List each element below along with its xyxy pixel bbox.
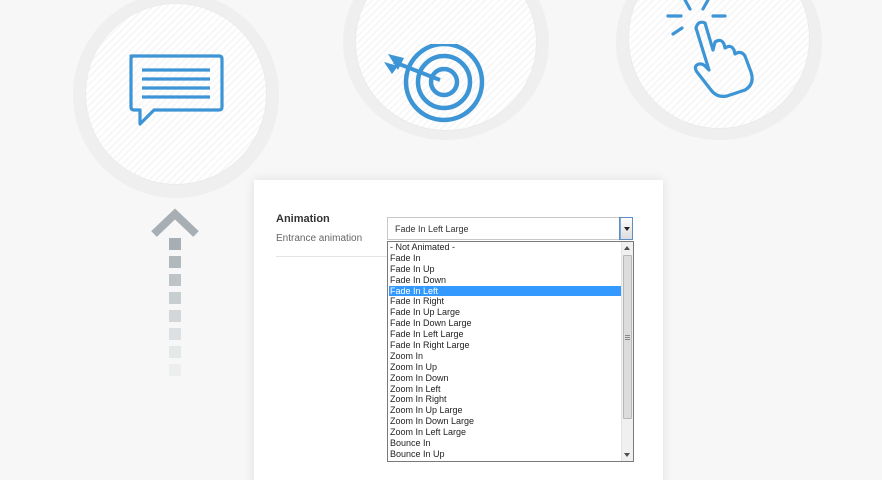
dropdown-option[interactable]: Zoom In Down Large [389,416,622,427]
arrow-step [169,346,181,358]
select-dropdown-button[interactable] [619,217,633,240]
animation-select-value: Fade In Left Large [395,224,469,234]
dropdown-option[interactable]: Fade In Up Large [389,307,622,318]
upward-arrow-indicator [150,208,200,383]
chevron-down-icon [623,226,630,231]
icon-circle-left [86,4,266,184]
dropdown-option[interactable]: Fade In Right Large [389,340,622,351]
dropdown-scrollbar[interactable] [621,242,633,461]
dropdown-option[interactable]: Zoom In Up [389,362,622,373]
dropdown-option[interactable]: Fade In Down [389,275,622,286]
dropdown-option[interactable]: Fade In [389,253,622,264]
dropdown-option[interactable]: Bounce In Up [389,449,622,460]
dropdown-option[interactable]: Fade In Right [389,296,622,307]
dropdown-option[interactable]: Fade In Down Large [389,318,622,329]
target-dart-icon [384,44,485,123]
dropdown-option[interactable]: Fade In Left [389,285,622,297]
arrow-step [169,364,181,376]
dropdown-option[interactable]: Zoom In Right [389,394,622,405]
dropdown-option[interactable]: Zoom In Down [389,373,622,384]
grip-icon [625,334,630,340]
arrow-step [169,328,181,340]
arrow-step [169,256,181,268]
dropdown-option[interactable]: Zoom In Left [389,384,622,395]
field-divider [276,256,388,257]
scroll-down-arrow-icon[interactable] [624,453,630,457]
arrow-step [169,292,181,304]
animation-select[interactable]: Fade In Left Large [387,217,633,240]
hand-click-icon [666,0,754,98]
animation-field-description: Entrance animation [276,233,363,244]
dropdown-option[interactable]: Zoom In Up Large [389,405,622,416]
scrollbar-thumb[interactable] [623,255,632,419]
arrow-step [169,238,181,250]
dropdown-option[interactable]: - Not Animated - [389,242,622,253]
animation-dropdown-list[interactable]: - Not Animated - Fade In Fade In Up Fade In… [387,241,634,462]
arrow-step [169,310,181,322]
chevron-up-icon [151,208,199,237]
arrow-step [169,274,181,286]
dropdown-option[interactable]: Bounce In [389,438,622,449]
dropdown-options: - Not Animated - Fade In Fade In Up Fade In… [389,242,622,460]
dropdown-option[interactable]: Fade In Up [389,264,622,275]
dropdown-option[interactable]: Zoom In [389,351,622,362]
dropdown-option[interactable]: Fade In Left Large [389,329,622,340]
scroll-up-arrow-icon[interactable] [624,246,630,250]
speech-bubble-icon [129,54,224,126]
animation-field-label: Animation [276,213,330,225]
dropdown-option[interactable]: Zoom In Left Large [389,427,622,438]
